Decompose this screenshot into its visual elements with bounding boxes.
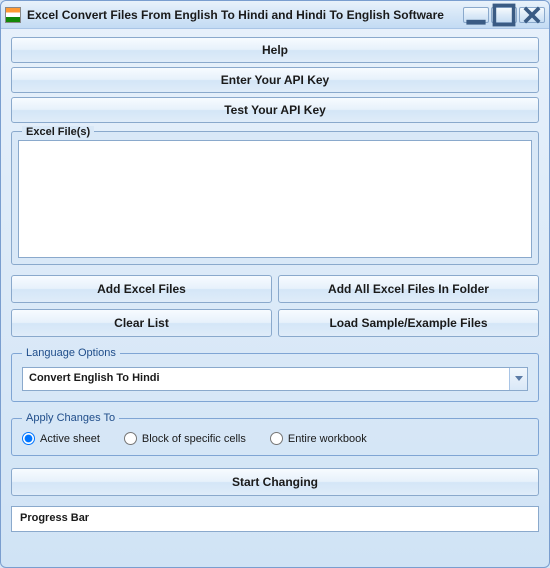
file-action-buttons: Add Excel Files Add All Excel Files In F… [11, 275, 539, 337]
start-changing-button[interactable]: Start Changing [11, 468, 539, 496]
close-button[interactable] [519, 7, 545, 23]
radio-entire-workbook[interactable]: Entire workbook [270, 432, 367, 445]
radio-active-sheet[interactable]: Active sheet [22, 432, 100, 445]
app-icon [5, 7, 21, 23]
excel-files-legend: Excel File(s) [22, 126, 94, 138]
language-options-group: Language Options Convert English To Hind… [11, 347, 539, 402]
help-button[interactable]: Help [11, 37, 539, 63]
titlebar: Excel Convert Files From English To Hind… [1, 1, 549, 29]
radio-entire-workbook-input[interactable] [270, 432, 283, 445]
radio-block-cells-input[interactable] [124, 432, 137, 445]
radio-active-sheet-input[interactable] [22, 432, 35, 445]
enter-api-key-button[interactable]: Enter Your API Key [11, 67, 539, 93]
apply-changes-radios: Active sheet Block of specific cells Ent… [22, 432, 528, 445]
clear-list-button[interactable]: Clear List [11, 309, 272, 337]
apply-changes-legend: Apply Changes To [22, 412, 119, 424]
add-folder-button[interactable]: Add All Excel Files In Folder [278, 275, 539, 303]
language-select-value: Convert English To Hindi [23, 368, 509, 390]
progress-bar-label: Progress Bar [20, 512, 89, 524]
excel-files-group: Excel File(s) [11, 131, 539, 265]
excel-files-list[interactable] [18, 140, 532, 258]
language-select[interactable]: Convert English To Hindi [22, 367, 528, 391]
add-excel-files-button[interactable]: Add Excel Files [11, 275, 272, 303]
content-area: Help Enter Your API Key Test Your API Ke… [1, 29, 549, 567]
radio-block-cells[interactable]: Block of specific cells [124, 432, 246, 445]
progress-bar: Progress Bar [11, 506, 539, 532]
minimize-button[interactable] [463, 7, 489, 23]
window-title: Excel Convert Files From English To Hind… [27, 8, 461, 22]
radio-entire-workbook-label: Entire workbook [288, 433, 367, 445]
radio-block-cells-label: Block of specific cells [142, 433, 246, 445]
maximize-button[interactable] [491, 7, 517, 23]
load-sample-button[interactable]: Load Sample/Example Files [278, 309, 539, 337]
test-api-key-button[interactable]: Test Your API Key [11, 97, 539, 123]
radio-active-sheet-label: Active sheet [40, 433, 100, 445]
language-options-legend: Language Options [22, 347, 120, 359]
app-window: Excel Convert Files From English To Hind… [0, 0, 550, 568]
dropdown-arrow-icon[interactable] [509, 368, 527, 390]
apply-changes-group: Apply Changes To Active sheet Block of s… [11, 412, 539, 456]
